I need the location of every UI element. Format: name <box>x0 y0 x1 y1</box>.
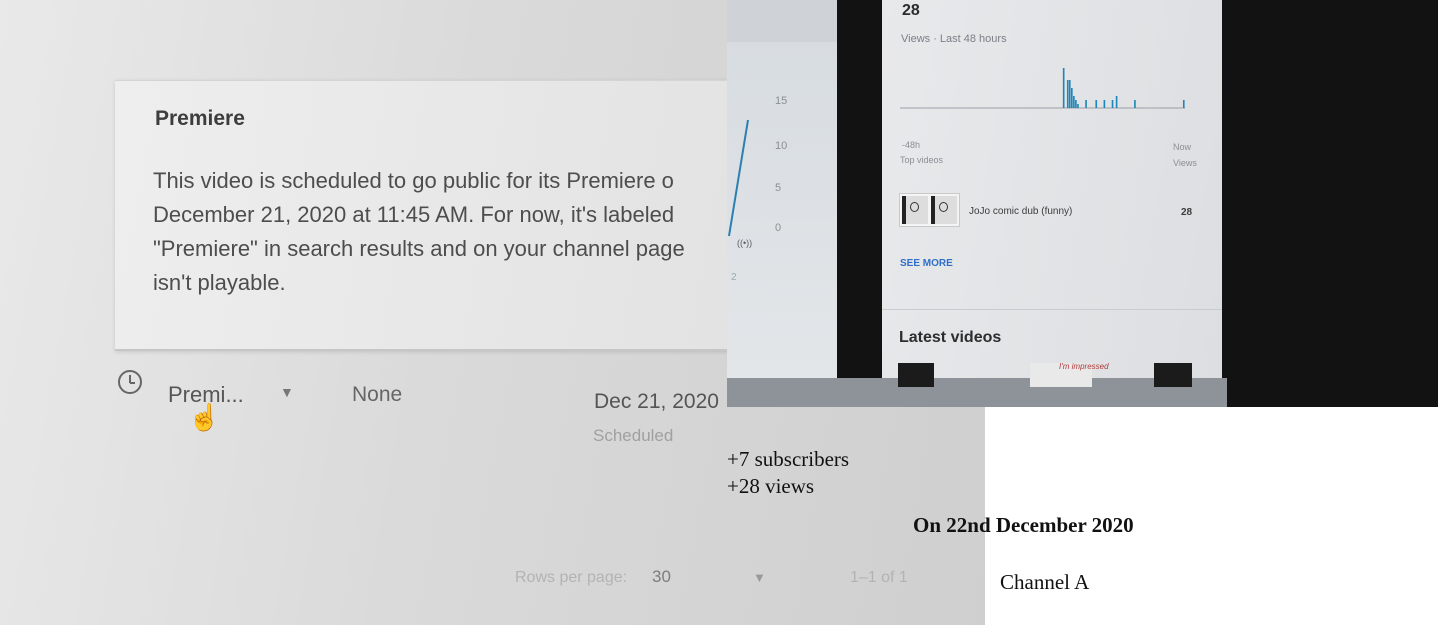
caret-down-icon[interactable]: ▼ <box>280 384 294 400</box>
sparkline-bar <box>1134 100 1136 108</box>
rows-per-page-select[interactable]: 30 <box>652 567 671 587</box>
sparkline-bar <box>1073 96 1075 108</box>
thumbnail-panel <box>931 196 957 224</box>
video-thumbnail[interactable] <box>899 193 960 227</box>
top-video-title[interactable]: JoJo comic dub (funny) <box>969 206 1072 217</box>
section-divider <box>882 309 1222 310</box>
top-videos-label: Top videos <box>900 155 944 165</box>
see-more-link[interactable]: SEE MORE <box>900 258 953 269</box>
sparkline-bar <box>1085 100 1087 108</box>
video-date: Dec 21, 2020 <box>594 390 719 413</box>
analytics-dashboard-photo: 15 10 5 0 ((•)) 2 28 Views · Last 48 hou… <box>727 0 1438 407</box>
trend-line <box>728 119 749 237</box>
clock-icon <box>118 370 142 394</box>
channel-caption: Channel A <box>1000 570 1090 594</box>
sparkline-bar <box>1095 100 1098 108</box>
pagination-range: 1–1 of 1 <box>850 569 908 586</box>
sparkline-bar <box>1062 68 1065 108</box>
premiere-description-line: "Premiere" in search results and on your… <box>153 236 685 261</box>
sparkline-bar <box>1068 80 1071 108</box>
premiere-card-title: Premiere <box>155 107 245 130</box>
sparkline-bar <box>1182 100 1185 108</box>
latest-video-thumbnail[interactable] <box>1154 363 1192 387</box>
premiere-description-line: isn't playable. <box>153 270 286 295</box>
views-sparkline <box>900 68 1185 109</box>
views-caption-text: +28 views <box>727 474 815 498</box>
rows-per-page-label: Rows per page: <box>515 569 628 586</box>
hand-pointer-icon: ☝ <box>188 402 221 432</box>
premiere-description-line: December 21, 2020 at 11:45 AM. For now, … <box>153 202 675 227</box>
sparkline-bar <box>1077 104 1079 108</box>
top-video-views: 28 <box>1181 207 1193 218</box>
views-count: 28 <box>902 2 920 19</box>
top-videos-metric: Views <box>1173 158 1197 168</box>
latest-videos-title: Latest videos <box>899 329 1002 346</box>
caret-down-icon[interactable]: ▼ <box>753 570 766 585</box>
latest-video-thumbnail[interactable] <box>898 363 934 387</box>
views-caption: Views · Last 48 hours <box>901 33 1007 45</box>
monitor-bezel <box>727 378 1227 407</box>
thumbnail-panel <box>902 196 928 224</box>
date-caption: On 22nd December 2020 <box>913 513 1134 537</box>
sparkline-axis-start: -48h <box>902 140 921 150</box>
realtime-chart-panel: 15 10 5 0 ((•)) 2 <box>727 0 837 385</box>
thumbnail-scribble: I'm impressed <box>1059 362 1109 371</box>
restrictions-value: None <box>352 383 403 406</box>
subscribers-caption: +7 subscribers <box>727 447 850 471</box>
sparkline-bar <box>1066 80 1069 108</box>
sparkline-bar <box>1071 88 1073 108</box>
sparkline-bar <box>1111 100 1114 108</box>
premiere-description-line: This video is scheduled to go public for… <box>153 168 674 193</box>
sparkline-axis-end: Now <box>1173 142 1192 152</box>
sparkline-bar <box>1103 100 1106 108</box>
video-status: Scheduled <box>593 426 674 445</box>
sparkline-bar <box>1075 100 1077 108</box>
sparkline-bar <box>1115 96 1118 108</box>
